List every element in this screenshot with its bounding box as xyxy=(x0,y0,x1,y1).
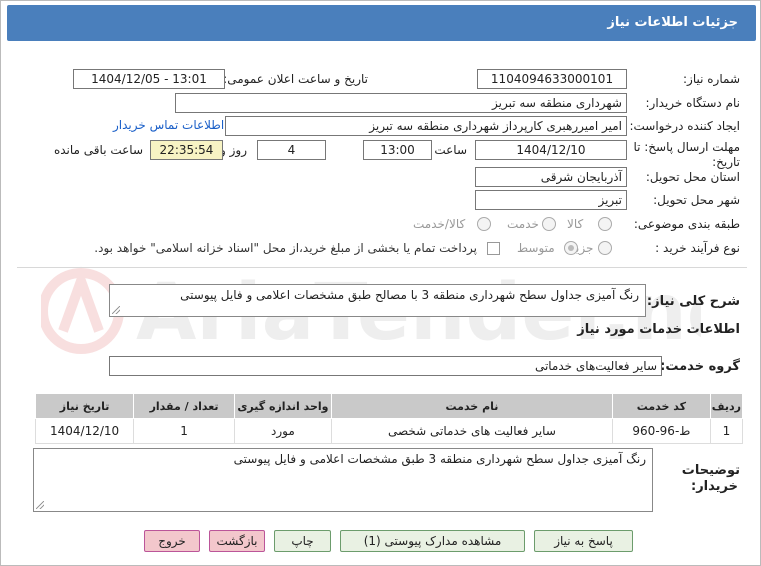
category-both-label: کالا/خدمت xyxy=(413,217,466,231)
city-label: شهر محل تحویل: xyxy=(653,193,740,207)
resize-grip-icon[interactable] xyxy=(36,501,44,509)
deadline-date-field: 1404/12/10 xyxy=(475,140,627,160)
creator-field: امیر امیررهبری کارپرداز شهرداری منطقه سه… xyxy=(225,116,627,136)
service-group-field: سایر فعالیت‌های خدماتی xyxy=(109,356,662,376)
process-medium-radio[interactable] xyxy=(564,241,578,255)
announce-label: تاریخ و ساعت اعلان عمومی: xyxy=(223,72,368,86)
treasury-checkbox[interactable] xyxy=(487,242,500,255)
divider xyxy=(17,267,747,268)
cell-unit: مورد xyxy=(233,418,332,444)
deadline-label-date: تاریخ: xyxy=(712,155,740,169)
resize-grip-icon[interactable] xyxy=(112,306,120,314)
col-row: ردیف xyxy=(709,393,744,419)
print-button[interactable]: چاپ xyxy=(274,530,331,552)
category-label: طبقه بندی موضوعی: xyxy=(633,217,740,231)
reply-button[interactable]: پاسخ به نیاز xyxy=(534,530,633,552)
cell-service-code: ط-96-960 xyxy=(612,418,711,444)
need-details-panel: جزئیات اطلاعات نیاز AriaTender.net شماره… xyxy=(0,0,761,566)
process-minor-radio[interactable] xyxy=(598,241,612,255)
announce-field: 1404/12/05 - 13:01 xyxy=(73,69,225,89)
process-label: نوع فرآیند خرید : xyxy=(655,241,740,255)
buyer-org-field: شهرداری منطقه سه تبریز xyxy=(175,93,627,113)
col-service-code: کد خدمت xyxy=(612,393,711,419)
creator-label: ایجاد کننده درخواست: xyxy=(629,119,740,133)
buyer-notes-textarea[interactable]: رنگ آمیزی جداول سطح شهرداری منطقه 3 طبق … xyxy=(33,448,653,512)
buyer-notes-label-2: خریدار: xyxy=(691,479,738,494)
col-quantity: تعداد / مقدار xyxy=(133,393,235,419)
remaining-time-field: 22:35:54 xyxy=(150,140,223,160)
cell-need-date: 1404/12/10 xyxy=(34,418,135,444)
description-textarea[interactable]: رنگ آمیزی جداول سطح شهرداری منطقه 3 با م… xyxy=(109,284,646,317)
buyer-org-label: نام دستگاه خریدار: xyxy=(645,96,741,110)
time-label: ساعت xyxy=(434,143,467,157)
buyer-notes-text: رنگ آمیزی جداول سطح شهرداری منطقه 3 طبق … xyxy=(233,452,646,466)
buyer-notes-label: توضیحات xyxy=(681,463,740,478)
category-both-radio[interactable] xyxy=(477,217,491,231)
title-bar: جزئیات اطلاعات نیاز xyxy=(7,5,756,41)
days-label: روز و xyxy=(220,143,247,157)
services-section-title: اطلاعات خدمات مورد نیاز xyxy=(577,322,740,337)
cell-service-name: سایر فعالیت های خدماتی شخصی xyxy=(330,418,614,444)
process-medium-label: متوسط xyxy=(517,241,555,255)
deadline-label: مهلت ارسال پاسخ: تا xyxy=(633,140,740,154)
page-title: جزئیات اطلاعات نیاز xyxy=(607,15,738,30)
col-need-date: تاریخ نیاز xyxy=(34,393,135,419)
category-goods-radio[interactable] xyxy=(598,217,612,231)
contact-info-link[interactable]: اطلاعات تماس خریدار xyxy=(113,118,224,132)
need-number-label: شماره نیاز: xyxy=(683,72,740,86)
payment-note: پرداخت تمام یا بخشی از مبلغ خرید،از محل … xyxy=(94,241,477,255)
table-row: 1 ط-96-960 سایر فعالیت های خدماتی شخصی م… xyxy=(34,418,744,444)
exit-button[interactable]: خروج xyxy=(144,530,200,552)
attachments-button[interactable]: مشاهده مدارک پیوستی (1) xyxy=(340,530,525,552)
category-service-radio[interactable] xyxy=(542,217,556,231)
category-service-label: خدمت xyxy=(507,217,539,231)
col-unit: واحد اندازه گیری xyxy=(233,393,332,419)
services-table: ردیف کد خدمت نام خدمت واحد اندازه گیری ت… xyxy=(34,393,744,444)
city-field: تبریز xyxy=(475,190,627,210)
description-label: شرح کلی نیاز: xyxy=(646,294,740,309)
province-field: آذربایجان شرقی xyxy=(475,167,627,187)
need-number-field: 1104094633000101 xyxy=(477,69,627,89)
table-header-row: ردیف کد خدمت نام خدمت واحد اندازه گیری ت… xyxy=(34,393,744,419)
service-group-label: گروه خدمت: xyxy=(660,359,740,374)
deadline-time-field: 13:00 xyxy=(363,140,432,160)
cell-quantity: 1 xyxy=(133,418,235,444)
back-button[interactable]: بازگشت xyxy=(209,530,265,552)
cell-row: 1 xyxy=(709,418,744,444)
remaining-label: ساعت باقی مانده xyxy=(53,143,143,157)
description-text: رنگ آمیزی جداول سطح شهرداری منطقه 3 با م… xyxy=(180,288,639,302)
province-label: استان محل تحویل: xyxy=(645,170,740,184)
days-field: 4 xyxy=(257,140,326,160)
category-goods-label: کالا xyxy=(567,217,584,231)
col-service-name: نام خدمت xyxy=(330,393,614,419)
